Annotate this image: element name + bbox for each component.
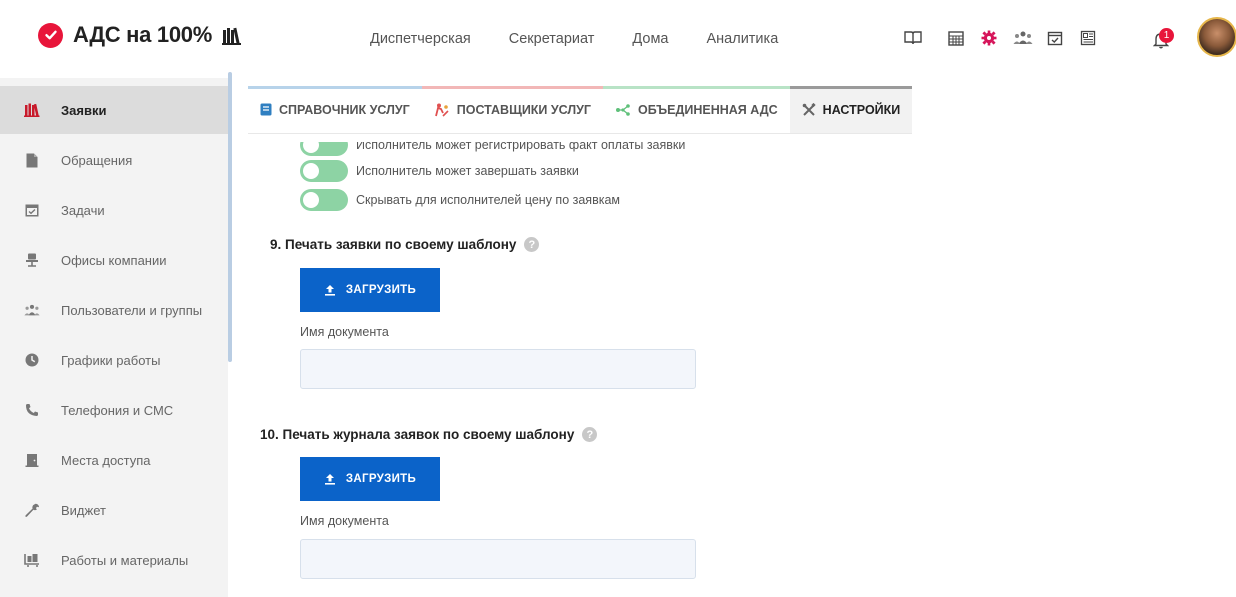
help-icon[interactable]: ? xyxy=(524,237,540,252)
sidebar-item-tasks[interactable]: Задачи xyxy=(0,186,228,234)
users-icon[interactable] xyxy=(1012,27,1034,49)
tab-service-providers[interactable]: ПОСТАВЩИКИ УСЛУГ xyxy=(421,86,604,134)
nav-item-secretariat[interactable]: Секретариат xyxy=(509,31,595,47)
setting-toggle-row: Скрывать для исполнителей цену по заявка… xyxy=(300,189,620,211)
upload-icon xyxy=(324,284,336,296)
complete-requests-toggle[interactable] xyxy=(300,160,348,182)
calendar-check-icon[interactable] xyxy=(1044,27,1066,49)
sidebar-item-schedules[interactable]: Графики работы xyxy=(0,336,228,384)
top-header: АДС на 100% Диспетчерская Секретариат До… xyxy=(0,0,1236,78)
tab-united-ads[interactable]: ОБЪЕДИНЕННАЯ АДС xyxy=(603,86,790,134)
tab-label: СПРАВОЧНИК УСЛУГ xyxy=(279,102,410,117)
upload-button[interactable]: ЗАГРУЗИТЬ xyxy=(300,268,440,312)
toggle-label: Скрывать для исполнителей цену по заявка… xyxy=(356,193,621,207)
hide-price-toggle[interactable] xyxy=(300,189,348,211)
sidebar-item-works-materials[interactable]: Работы и материалы xyxy=(0,536,228,584)
sidebar-item-label: Места доступа xyxy=(61,452,151,468)
sidebar-item-telephony[interactable]: Телефония и СМС xyxy=(0,386,228,434)
avatar[interactable] xyxy=(1197,17,1236,57)
sidebar-item-label: Виджет xyxy=(61,502,106,518)
sidebar-item-label: Графики работы xyxy=(61,352,161,368)
tab-bar: СПРАВОЧНИК УСЛУГ ПОСТАВЩИКИ УСЛУГ ОБЪЕДИ… xyxy=(248,86,913,134)
document-name-input[interactable] xyxy=(300,539,696,579)
sidebar-item-label: Обращения xyxy=(61,152,133,168)
document-icon xyxy=(24,152,40,168)
tab-panel-edge xyxy=(248,134,908,142)
tab-settings[interactable]: НАСТРОЙКИ xyxy=(789,86,913,134)
clock-icon xyxy=(24,352,40,368)
section-title-print-journal: 10. Печать журнала заявок по своему шабл… xyxy=(260,427,598,442)
tab-services-directory[interactable]: СПРАВОЧНИК УСЛУГ xyxy=(248,86,422,134)
newspaper-icon[interactable] xyxy=(1077,27,1099,49)
sidebar-item-label: Заявки xyxy=(61,102,107,118)
document-name-input[interactable] xyxy=(300,349,696,389)
network-icon xyxy=(615,103,631,116)
workers-icon xyxy=(434,103,450,117)
field-label: Имя документа xyxy=(300,325,389,339)
toggle-label: Исполнитель может завершать заявки xyxy=(356,164,579,178)
section-title-print-request: 9. Печать заявки по своему шаблону ? xyxy=(270,237,540,252)
sidebar-item-label: Задачи xyxy=(61,202,105,218)
sidebar-item-requests[interactable]: Заявки xyxy=(0,86,228,134)
books-icon[interactable] xyxy=(222,27,242,49)
calendar-grid-icon[interactable] xyxy=(945,27,967,49)
wrench-icon xyxy=(24,502,40,518)
sidebar-item-users[interactable]: Пользователи и группы xyxy=(0,286,228,334)
setting-toggle-row: Исполнитель может завершать заявки xyxy=(300,160,579,182)
sidebar-item-appeals[interactable]: Обращения xyxy=(0,136,228,184)
logo-text: АДС на 100% xyxy=(73,22,212,47)
help-icon[interactable]: ? xyxy=(582,427,598,442)
notification-badge: 1 xyxy=(1159,28,1174,43)
nav-item-dispatch[interactable]: Диспетчерская xyxy=(370,31,471,47)
upload-button-label: ЗАГРУЗИТЬ xyxy=(345,473,417,485)
book-open-icon[interactable] xyxy=(902,27,924,49)
sidebar-item-label: Офисы компании xyxy=(61,252,167,268)
sidebar-item-widget[interactable]: Виджет xyxy=(0,486,228,534)
calendar-check-icon xyxy=(24,202,40,218)
sidebar-item-access-points[interactable]: Места доступа xyxy=(0,436,228,484)
upload-button-label: ЗАГРУЗИТЬ xyxy=(345,284,417,296)
upload-icon xyxy=(324,473,336,485)
book-icon xyxy=(260,103,272,116)
gear-icon[interactable] xyxy=(978,27,1000,49)
tab-label: ПОСТАВЩИКИ УСЛУГ xyxy=(456,102,592,117)
tab-label: ОБЪЕДИНЕННАЯ АДС xyxy=(638,102,778,117)
tab-label: НАСТРОЙКИ xyxy=(822,102,901,117)
check-circle-icon xyxy=(38,22,63,48)
door-icon xyxy=(24,452,40,468)
logo[interactable]: АДС на 100% xyxy=(38,22,212,48)
field-label: Имя документа xyxy=(300,514,389,528)
main-nav: Диспетчерская Секретариат Дома Аналитика xyxy=(370,31,816,47)
sidebar: Заявки Обращения Задачи Офисы компании П… xyxy=(0,78,228,597)
cart-icon xyxy=(24,552,40,568)
upload-button[interactable]: ЗАГРУЗИТЬ xyxy=(300,457,440,501)
sidebar-item-offices[interactable]: Офисы компании xyxy=(0,236,228,284)
nav-item-houses[interactable]: Дома xyxy=(632,31,668,47)
sidebar-item-label: Пользователи и группы xyxy=(61,302,203,318)
nav-item-analytics[interactable]: Аналитика xyxy=(706,31,778,47)
tools-icon xyxy=(802,102,816,117)
desk-chair-icon xyxy=(24,252,40,268)
users-icon xyxy=(24,302,40,318)
phone-icon xyxy=(24,402,40,418)
sidebar-item-label: Работы и материалы xyxy=(61,552,189,568)
sidebar-item-label: Телефония и СМС xyxy=(61,402,174,418)
books-icon xyxy=(24,102,40,118)
